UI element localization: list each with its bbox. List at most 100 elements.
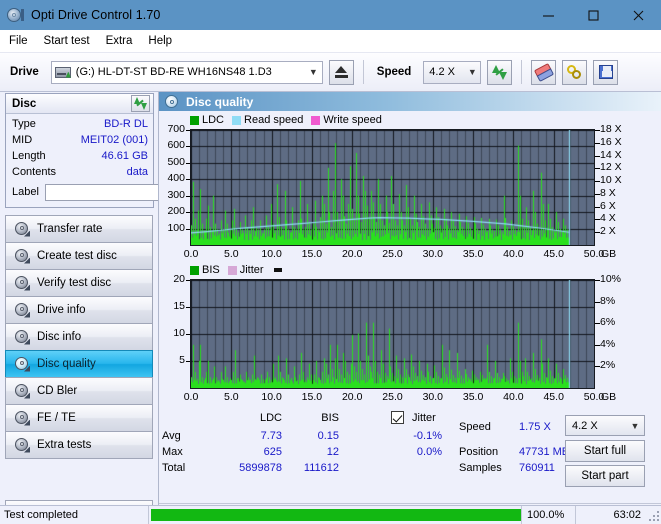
y2-tick-mark — [595, 206, 600, 208]
progress-bar — [148, 506, 521, 524]
disc-icon — [14, 383, 30, 399]
sidebar-nav: Transfer rate Create test disc Verify te… — [5, 215, 153, 459]
sidebar-item-drive-info[interactable]: Drive info — [5, 296, 153, 324]
eject-icon — [334, 66, 348, 78]
disc-mid-value: MEIT02 (001) — [80, 134, 148, 146]
stats-avg-bis: 0.15 — [317, 430, 339, 442]
y-axis-tick: 15 — [173, 300, 185, 312]
page-title: Disc quality — [186, 94, 254, 109]
x-axis-tick: 5.0 — [223, 391, 239, 403]
legend-label-write-speed: Write speed — [323, 114, 382, 126]
save-button[interactable] — [593, 59, 619, 85]
sidebar-item-disc-quality[interactable]: Disc quality — [5, 350, 153, 378]
sidebar-item-fe-te[interactable]: FE / TE — [5, 404, 153, 432]
content-panel: Disc quality LDC Read speed Write speed … — [158, 92, 661, 524]
stats-row-avg-label: Avg — [162, 430, 181, 442]
y-tick-mark — [186, 280, 190, 281]
x-axis-tick: 25.0 — [382, 248, 403, 260]
y2-axis-tick: 12 X — [600, 161, 622, 174]
erase-button[interactable] — [531, 59, 557, 85]
disc-icon — [14, 302, 30, 318]
legend-swatch-extra — [273, 268, 282, 272]
jitter-checkbox[interactable] — [391, 411, 404, 424]
x-axis-tick: 0.0 — [183, 391, 199, 403]
refresh-icon — [134, 97, 147, 110]
y-tick-mark — [186, 130, 190, 131]
disc-icon — [14, 275, 30, 291]
refresh-button[interactable] — [487, 59, 513, 85]
y2-tick-mark — [595, 168, 600, 170]
menu-item-file[interactable]: File — [9, 33, 39, 49]
sidebar-item-extra-tests[interactable]: Extra tests — [5, 431, 153, 459]
disc-row-type: Type BD-R DL — [12, 116, 148, 132]
y2-axis-tick: 8 X — [600, 186, 616, 199]
disc-icon — [14, 356, 30, 372]
drive-select[interactable]: (G:) HL-DT-ST BD-RE WH16NS48 1.D3 ▼ — [50, 60, 323, 84]
sidebar-item-label: Transfer rate — [37, 223, 103, 235]
disc-type-value: BD-R DL — [103, 118, 148, 130]
y2-tick-mark — [595, 301, 600, 303]
sidebar-item-create-test-disc[interactable]: Create test disc — [5, 242, 153, 270]
samples-stat-value: 760911 — [519, 462, 555, 474]
sidebar-item-verify-test-disc[interactable]: Verify test disc — [5, 269, 153, 297]
y-axis-tick: 5 — [179, 354, 185, 366]
disc-row-contents: Contents data — [12, 164, 148, 180]
disc-info-rows: Type BD-R DL MID MEIT02 (001) Length 46.… — [6, 114, 248, 207]
floppy-save-icon — [598, 65, 613, 79]
y2-axis-tick: 18 X — [600, 123, 622, 135]
maximize-button[interactable] — [571, 0, 616, 30]
toolbar-divider-2 — [521, 60, 523, 84]
ldc-plot-area — [190, 129, 595, 246]
stats-row-max-label: Max — [162, 446, 183, 458]
x-axis-tick: 35.0 — [462, 248, 484, 260]
y2-axis-tick: 10% — [600, 273, 622, 285]
optical-disc-icon — [7, 7, 24, 24]
speed-stat-label: Speed — [459, 421, 491, 433]
y-axis-tick: 300 — [167, 188, 185, 201]
resize-grip-icon[interactable] — [647, 509, 659, 521]
sidebar-item-transfer-rate[interactable]: Transfer rate — [5, 215, 153, 243]
y2-axis-tick: 14 X — [600, 148, 622, 161]
main-area: Disc Type BD-R DL MID MEIT02 (001) Lengt… — [0, 92, 661, 524]
minimize-button[interactable] — [526, 0, 571, 30]
close-button[interactable] — [616, 0, 661, 30]
legend-swatch-write-speed — [311, 115, 321, 125]
legend-entry-write-speed: Write speed — [311, 114, 382, 126]
y2-tick-mark — [595, 366, 600, 368]
start-full-button[interactable]: Start full — [565, 440, 645, 462]
start-part-button[interactable]: Start part — [565, 465, 645, 487]
x-axis-tick: 35.0 — [462, 391, 484, 403]
y2-axis-tick: 4% — [600, 337, 616, 350]
stats-row-total-label: Total — [162, 462, 186, 474]
ldc-chart: 100 200 300 400 500 600 700 2 X4 X6 X8 X 10 X 12 … — [159, 123, 661, 267]
legend-entry-ldc: LDC — [190, 114, 224, 126]
x-axis-tick: 5.0 — [223, 248, 239, 260]
eject-button[interactable] — [328, 59, 354, 85]
speed-label: Speed — [376, 66, 412, 78]
position-stat-label: Position — [459, 446, 499, 458]
disc-icon — [14, 221, 30, 237]
y2-tick-mark — [595, 323, 600, 325]
disc-refresh-button[interactable] — [131, 95, 150, 112]
disc-group-title: Disc — [12, 97, 37, 110]
stats-total-ldc: 5899878 — [239, 462, 282, 474]
panel-header: Disc quality — [159, 92, 661, 111]
x-axis-tick: 45.0 — [543, 248, 564, 260]
sidebar-item-disc-info[interactable]: Disc info — [5, 323, 153, 351]
x-axis-tick: 40.0 — [503, 248, 524, 260]
sidebar-item-cd-bler[interactable]: CD Bler — [5, 377, 153, 405]
disc-icon — [14, 248, 30, 264]
test-speed-select[interactable]: 4.2 X ▼ — [565, 415, 645, 436]
stats-total-bis: 111612 — [303, 462, 339, 474]
y-tick-mark — [186, 307, 190, 308]
y2-axis-tick: 6 X — [600, 199, 616, 212]
menu-item-help[interactable]: Help — [148, 33, 183, 49]
menu-item-start-test[interactable]: Start test — [44, 33, 101, 49]
disc-contents-label: Contents — [12, 166, 57, 178]
sidebar-item-label: Drive info — [37, 304, 86, 316]
menu-item-extra[interactable]: Extra — [106, 33, 144, 49]
chain-button[interactable] — [562, 59, 588, 85]
menu-bar: File Start test Extra Help — [0, 30, 661, 52]
speed-select[interactable]: 4.2 X ▼ — [423, 60, 482, 84]
app-window: Opti Drive Control 1.70 File Start test … — [0, 0, 661, 524]
